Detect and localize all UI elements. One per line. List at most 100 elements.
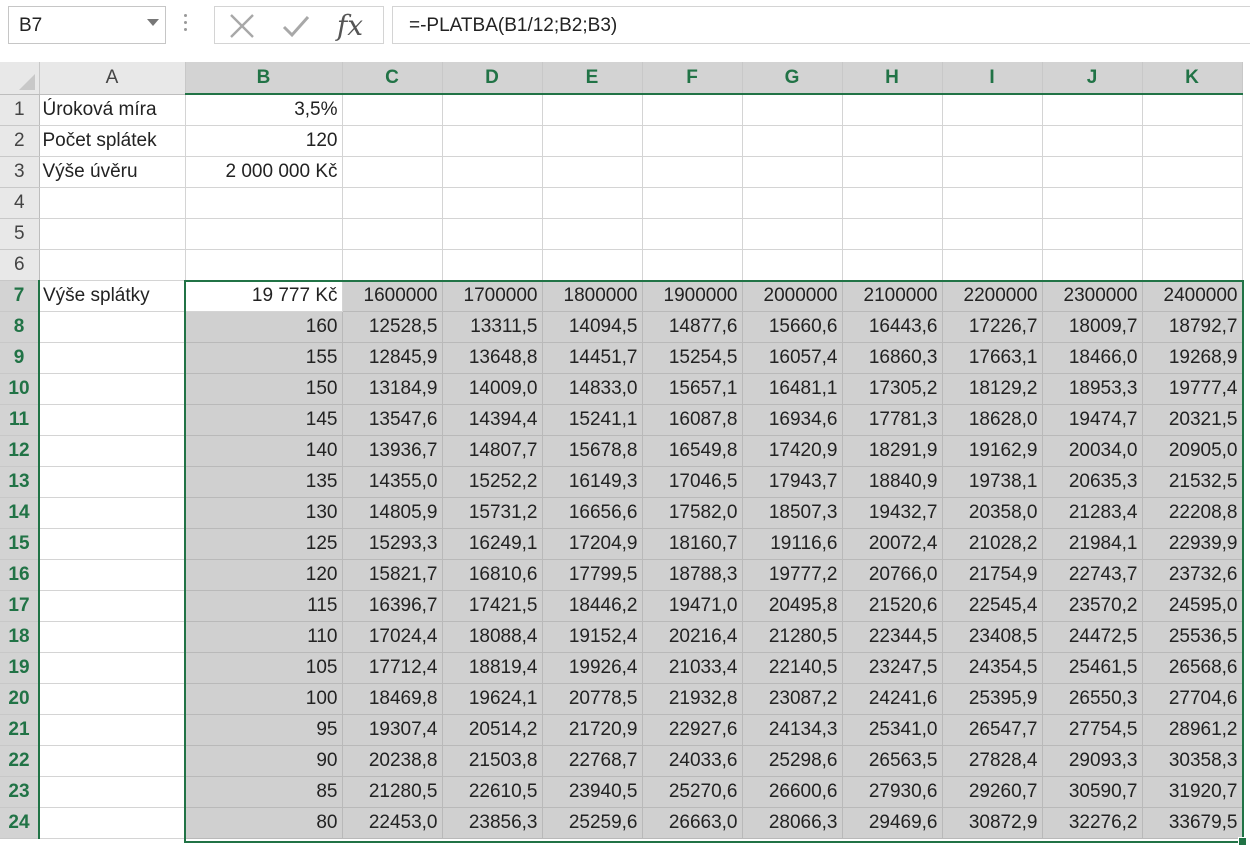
cell-f4[interactable] (642, 187, 743, 219)
cell-k21[interactable]: 28961,2 (1142, 714, 1243, 746)
cell-h13[interactable]: 18840,9 (842, 466, 943, 498)
cell-c23[interactable]: 21280,5 (342, 776, 443, 808)
cell-j5[interactable] (1042, 218, 1143, 250)
cell-a6[interactable] (39, 249, 186, 281)
cell-g21[interactable]: 24134,3 (742, 714, 843, 746)
cell-c13[interactable]: 14355,0 (342, 466, 443, 498)
more-options-icon[interactable] (184, 14, 188, 36)
cell-g1[interactable] (742, 94, 843, 126)
column-header-g[interactable]: G (742, 62, 843, 95)
cell-e7[interactable]: 1800000 (542, 280, 643, 312)
cell-g19[interactable]: 22140,5 (742, 652, 843, 684)
cell-f11[interactable]: 16087,8 (642, 404, 743, 436)
cell-b24[interactable]: 80 (185, 807, 343, 839)
cell-k11[interactable]: 20321,5 (1142, 404, 1243, 436)
cell-h10[interactable]: 17305,2 (842, 373, 943, 405)
cell-k18[interactable]: 25536,5 (1142, 621, 1243, 653)
cell-a23[interactable] (39, 776, 186, 808)
cell-k13[interactable]: 21532,5 (1142, 466, 1243, 498)
cell-a21[interactable] (39, 714, 186, 746)
row-header-24[interactable]: 24 (0, 807, 40, 839)
cell-f15[interactable]: 18160,7 (642, 528, 743, 560)
chevron-down-icon[interactable] (147, 19, 159, 26)
cell-e17[interactable]: 18446,2 (542, 590, 643, 622)
cell-k15[interactable]: 22939,9 (1142, 528, 1243, 560)
cell-k23[interactable]: 31920,7 (1142, 776, 1243, 808)
cell-k12[interactable]: 20905,0 (1142, 435, 1243, 467)
column-header-k[interactable]: K (1142, 62, 1243, 95)
cell-d22[interactable]: 21503,8 (442, 745, 543, 777)
cell-i10[interactable]: 18129,2 (942, 373, 1043, 405)
cell-c19[interactable]: 17712,4 (342, 652, 443, 684)
cell-j14[interactable]: 21283,4 (1042, 497, 1143, 529)
cell-f22[interactable]: 24033,6 (642, 745, 743, 777)
cell-a20[interactable] (39, 683, 186, 715)
name-box[interactable]: B7 (8, 6, 166, 44)
cell-h22[interactable]: 26563,5 (842, 745, 943, 777)
cell-g5[interactable] (742, 218, 843, 250)
cell-c18[interactable]: 17024,4 (342, 621, 443, 653)
cell-b10[interactable]: 150 (185, 373, 343, 405)
cell-d2[interactable] (442, 125, 543, 157)
cell-c6[interactable] (342, 249, 443, 281)
cell-f5[interactable] (642, 218, 743, 250)
cell-j20[interactable]: 26550,3 (1042, 683, 1143, 715)
column-header-a[interactable]: A (39, 62, 186, 95)
cell-c3[interactable] (342, 156, 443, 188)
cell-f12[interactable]: 16549,8 (642, 435, 743, 467)
cell-c22[interactable]: 20238,8 (342, 745, 443, 777)
cell-b17[interactable]: 115 (185, 590, 343, 622)
cell-j22[interactable]: 29093,3 (1042, 745, 1143, 777)
cell-a3[interactable]: Výše úvěru (39, 156, 186, 188)
cell-b18[interactable]: 110 (185, 621, 343, 653)
cell-d10[interactable]: 14009,0 (442, 373, 543, 405)
cell-g17[interactable]: 20495,8 (742, 590, 843, 622)
row-header-18[interactable]: 18 (0, 621, 40, 653)
cell-j3[interactable] (1042, 156, 1143, 188)
cell-a7[interactable]: Výše splátky (39, 280, 186, 312)
cell-f6[interactable] (642, 249, 743, 281)
cell-e24[interactable]: 25259,6 (542, 807, 643, 839)
name-box-value[interactable]: B7 (19, 15, 42, 37)
cell-b1[interactable]: 3,5% (185, 94, 343, 126)
cell-a22[interactable] (39, 745, 186, 777)
cell-c16[interactable]: 15821,7 (342, 559, 443, 591)
cell-k3[interactable] (1142, 156, 1243, 188)
cell-h23[interactable]: 27930,6 (842, 776, 943, 808)
cell-b19[interactable]: 105 (185, 652, 343, 684)
cell-e13[interactable]: 16149,3 (542, 466, 643, 498)
cell-b23[interactable]: 85 (185, 776, 343, 808)
cell-a12[interactable] (39, 435, 186, 467)
row-header-1[interactable]: 1 (0, 94, 40, 126)
cell-f19[interactable]: 21033,4 (642, 652, 743, 684)
cell-k16[interactable]: 23732,6 (1142, 559, 1243, 591)
row-header-12[interactable]: 12 (0, 435, 40, 467)
cell-h14[interactable]: 19432,7 (842, 497, 943, 529)
cell-i6[interactable] (942, 249, 1043, 281)
cell-g6[interactable] (742, 249, 843, 281)
row-header-3[interactable]: 3 (0, 156, 40, 188)
cell-c12[interactable]: 13936,7 (342, 435, 443, 467)
cell-g2[interactable] (742, 125, 843, 157)
cell-h20[interactable]: 24241,6 (842, 683, 943, 715)
cell-h7[interactable]: 2100000 (842, 280, 943, 312)
cell-g8[interactable]: 15660,6 (742, 311, 843, 343)
cell-c5[interactable] (342, 218, 443, 250)
cell-j17[interactable]: 23570,2 (1042, 590, 1143, 622)
cell-e10[interactable]: 14833,0 (542, 373, 643, 405)
cell-h6[interactable] (842, 249, 943, 281)
cell-c14[interactable]: 14805,9 (342, 497, 443, 529)
cell-g23[interactable]: 26600,6 (742, 776, 843, 808)
cell-j13[interactable]: 20635,3 (1042, 466, 1143, 498)
cell-g9[interactable]: 16057,4 (742, 342, 843, 374)
column-header-c[interactable]: C (342, 62, 443, 95)
cell-g11[interactable]: 16934,6 (742, 404, 843, 436)
cell-f8[interactable]: 14877,6 (642, 311, 743, 343)
cell-e3[interactable] (542, 156, 643, 188)
cell-k10[interactable]: 19777,4 (1142, 373, 1243, 405)
cell-h15[interactable]: 20072,4 (842, 528, 943, 560)
cell-b21[interactable]: 95 (185, 714, 343, 746)
cell-i12[interactable]: 19162,9 (942, 435, 1043, 467)
cell-k9[interactable]: 19268,9 (1142, 342, 1243, 374)
cell-a1[interactable]: Úroková míra (39, 94, 186, 126)
